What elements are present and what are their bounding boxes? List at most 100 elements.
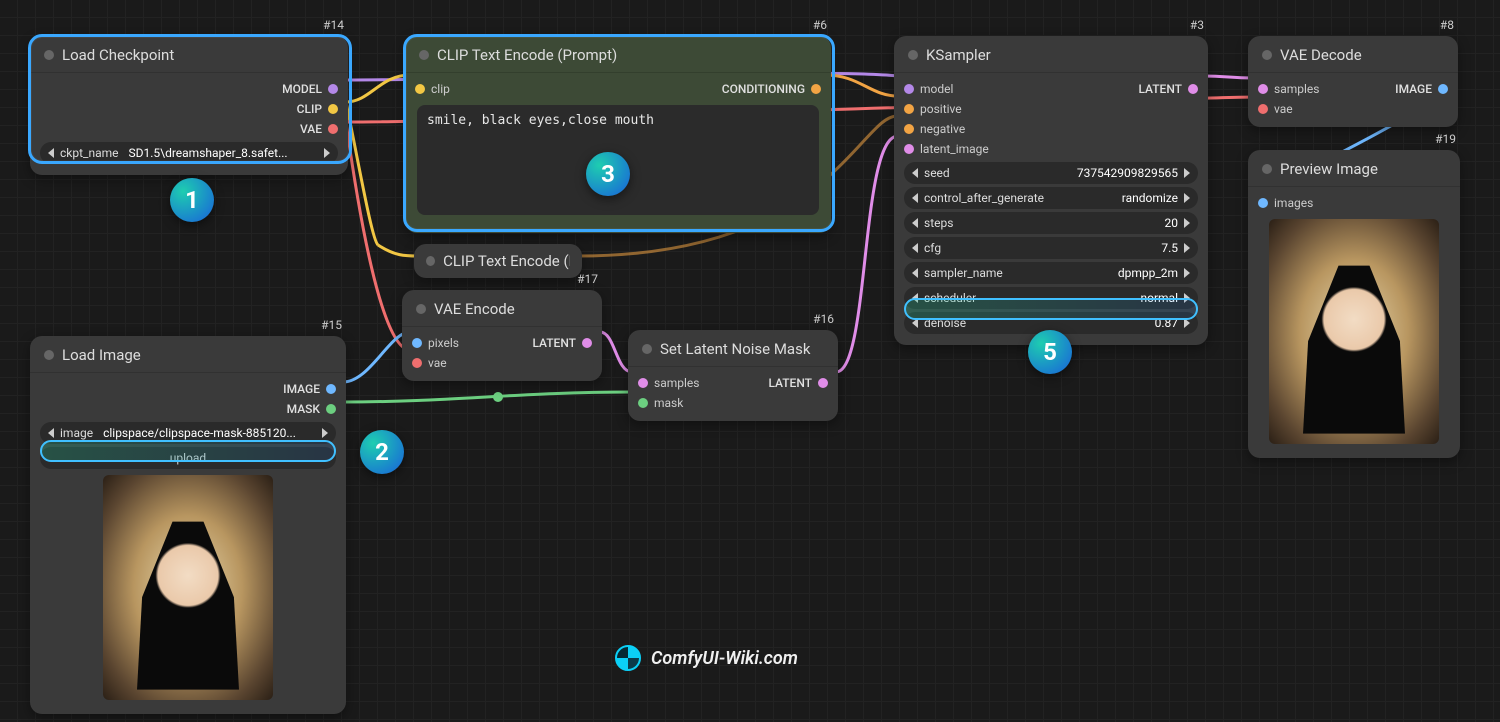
- node-title: KSampler: [926, 46, 991, 64]
- port-latent-out[interactable]: [1188, 84, 1198, 94]
- collapse-dot-icon[interactable]: [44, 350, 54, 360]
- collapse-dot-icon[interactable]: [44, 50, 54, 60]
- caret-left-icon[interactable]: [912, 193, 918, 203]
- upload-button[interactable]: upload: [40, 447, 336, 469]
- port-pixels-in[interactable]: [412, 338, 422, 348]
- port-vae-in[interactable]: [1258, 104, 1268, 114]
- caret-left-icon[interactable]: [912, 268, 918, 278]
- collapse-dot-icon[interactable]: [426, 256, 435, 266]
- node-preview-image[interactable]: #19 Preview Image images: [1248, 150, 1460, 458]
- port-conditioning-out[interactable]: [811, 84, 821, 94]
- node-header[interactable]: VAE Encode: [402, 290, 602, 327]
- port-image-out[interactable]: [1438, 84, 1448, 94]
- node-clip-text-encode-prompt[interactable]: #6 CLIP Text Encode (Prompt) clip CONDIT…: [405, 36, 831, 233]
- port-clip[interactable]: [328, 104, 338, 114]
- loaded-image-thumbnail[interactable]: [103, 475, 273, 700]
- node-header[interactable]: CLIP Text Encode (Prompt): [405, 36, 831, 73]
- node-load-image[interactable]: #15 Load Image IMAGE MASK image clipspac…: [30, 336, 346, 714]
- caret-right-icon[interactable]: [1184, 318, 1190, 328]
- caret-right-icon[interactable]: [322, 428, 328, 438]
- node-header[interactable]: Preview Image: [1248, 150, 1460, 187]
- caret-left-icon[interactable]: [912, 218, 918, 228]
- collapse-dot-icon[interactable]: [1262, 164, 1272, 174]
- port-vae-in[interactable]: [412, 358, 422, 368]
- port-samples-in[interactable]: [638, 378, 648, 388]
- node-id-tag: #19: [1431, 132, 1460, 146]
- caret-left-icon[interactable]: [912, 318, 918, 328]
- param-sampler-name[interactable]: sampler_namedpmpp_2m: [904, 262, 1198, 284]
- param-image[interactable]: image clipspace/clipspace-mask-885120...: [40, 422, 336, 444]
- node-vae-encode[interactable]: #17 VAE Encode pixels LATENT vae: [402, 290, 602, 381]
- node-title: Load Checkpoint: [62, 46, 174, 64]
- collapse-dot-icon[interactable]: [908, 50, 918, 60]
- node-id-tag: #14: [319, 18, 348, 32]
- param-scheduler[interactable]: schedulernormal: [904, 287, 1198, 309]
- logo-icon: [615, 645, 641, 671]
- node-title: Preview Image: [1280, 160, 1378, 178]
- caret-left-icon[interactable]: [912, 168, 918, 178]
- port-latent-out[interactable]: [582, 338, 592, 348]
- caret-right-icon[interactable]: [1184, 268, 1190, 278]
- param-control-after-generate[interactable]: control_after_generaterandomize: [904, 187, 1198, 209]
- caret-right-icon[interactable]: [1184, 193, 1190, 203]
- node-load-checkpoint[interactable]: #14 Load Checkpoint MODEL CLIP VAE ckpt_…: [30, 36, 348, 175]
- port-latent-image-in[interactable]: [904, 144, 914, 154]
- node-header[interactable]: Load Checkpoint: [30, 36, 348, 73]
- param-steps[interactable]: steps20: [904, 212, 1198, 234]
- port-clip-in[interactable]: [415, 84, 425, 94]
- callout-5: 5: [1028, 330, 1072, 374]
- preview-image-thumbnail[interactable]: [1269, 219, 1439, 444]
- port-vae[interactable]: [328, 124, 338, 134]
- caret-right-icon[interactable]: [1184, 218, 1190, 228]
- collapse-dot-icon[interactable]: [419, 50, 429, 60]
- node-header[interactable]: Load Image: [30, 336, 346, 373]
- callout-3: 3: [586, 152, 630, 196]
- caret-left-icon[interactable]: [48, 428, 54, 438]
- node-title: Set Latent Noise Mask: [660, 340, 810, 358]
- caret-left-icon[interactable]: [912, 293, 918, 303]
- node-title: CLIP Text Encode (Pr: [443, 252, 570, 270]
- node-header[interactable]: Set Latent Noise Mask: [628, 330, 838, 367]
- port-image-out[interactable]: [326, 384, 336, 394]
- node-title: VAE Encode: [434, 300, 515, 318]
- node-id-tag: #15: [317, 318, 346, 332]
- collapse-dot-icon[interactable]: [1262, 50, 1272, 60]
- node-id-tag: #17: [573, 272, 602, 286]
- port-images-in[interactable]: [1258, 198, 1268, 208]
- watermark: ComfyUI-Wiki.com: [615, 645, 798, 671]
- node-vae-decode[interactable]: #8 VAE Decode samples IMAGE vae: [1248, 36, 1458, 127]
- node-header[interactable]: VAE Decode: [1248, 36, 1458, 73]
- node-title: CLIP Text Encode (Prompt): [437, 46, 617, 64]
- param-seed[interactable]: seed737542909829565: [904, 162, 1198, 184]
- port-model-in[interactable]: [904, 84, 914, 94]
- node-title: Load Image: [62, 346, 141, 364]
- callout-1: 1: [170, 178, 214, 222]
- node-header[interactable]: CLIP Text Encode (Pr: [414, 244, 582, 278]
- port-mask-in[interactable]: [638, 398, 648, 408]
- collapse-dot-icon[interactable]: [642, 344, 652, 354]
- node-clip-text-encode-neg[interactable]: CLIP Text Encode (Pr: [414, 244, 582, 278]
- param-cfg[interactable]: cfg7.5: [904, 237, 1198, 259]
- port-samples-in[interactable]: [1258, 84, 1268, 94]
- caret-right-icon[interactable]: [1184, 293, 1190, 303]
- node-set-latent-noise-mask[interactable]: #16 Set Latent Noise Mask samples LATENT…: [628, 330, 838, 421]
- node-id-tag: #16: [809, 312, 838, 326]
- port-mask-out[interactable]: [326, 404, 336, 414]
- callout-2: 2: [360, 430, 404, 474]
- port-model[interactable]: [328, 84, 338, 94]
- node-id-tag: #8: [1436, 18, 1458, 32]
- node-id-tag: #3: [1186, 18, 1208, 32]
- caret-left-icon[interactable]: [912, 243, 918, 253]
- param-ckpt-name[interactable]: ckpt_name SD1.5\dreamshaper_8.safet...: [40, 142, 338, 164]
- caret-right-icon[interactable]: [1184, 243, 1190, 253]
- caret-left-icon[interactable]: [48, 148, 54, 158]
- node-header[interactable]: KSampler: [894, 36, 1208, 73]
- port-latent-out[interactable]: [818, 378, 828, 388]
- caret-right-icon[interactable]: [324, 148, 330, 158]
- node-ksampler[interactable]: #3 KSampler model LATENT positive negati…: [894, 36, 1208, 345]
- port-positive-in[interactable]: [904, 104, 914, 114]
- node-title: VAE Decode: [1280, 46, 1362, 64]
- caret-right-icon[interactable]: [1184, 168, 1190, 178]
- collapse-dot-icon[interactable]: [416, 304, 426, 314]
- port-negative-in[interactable]: [904, 124, 914, 134]
